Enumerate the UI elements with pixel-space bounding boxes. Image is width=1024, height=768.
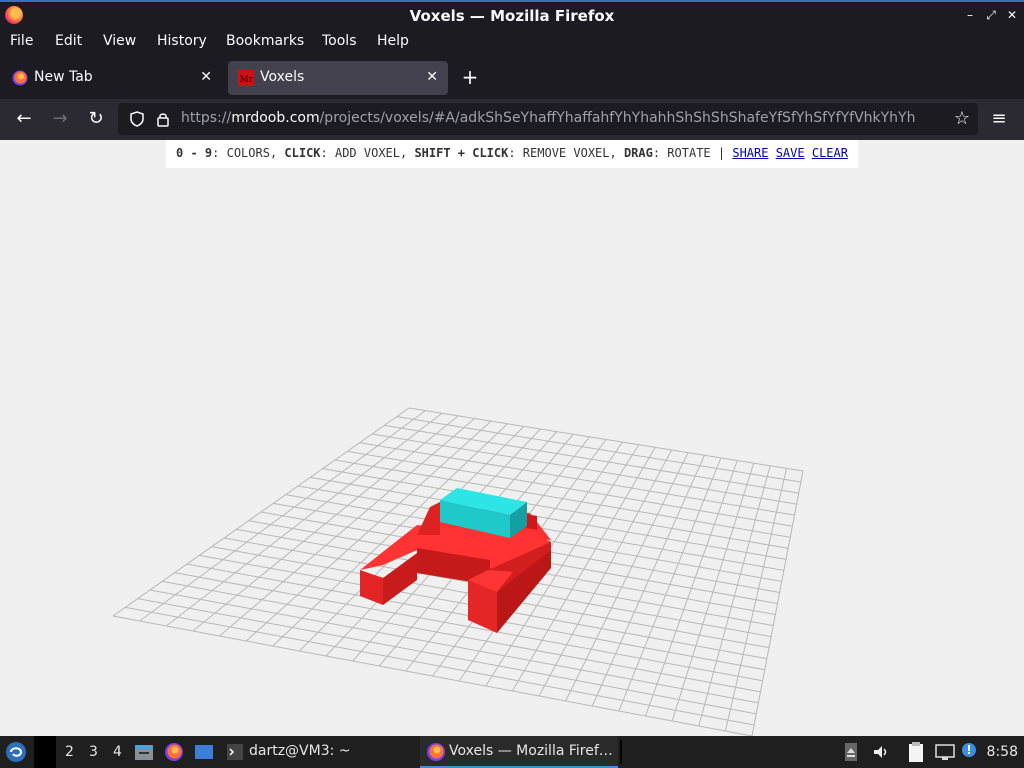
start-menu-icon[interactable] (5, 741, 27, 763)
tab-strip: New Tab ✕ Mr Voxels ✕ + (0, 55, 1024, 99)
taskbar-separator (620, 740, 622, 764)
firefox-icon (427, 743, 445, 761)
close-tab-icon[interactable]: ✕ (426, 69, 438, 85)
key-colors: 0 - 9 (176, 146, 213, 160)
key-shift-click: SHIFT + CLICK (414, 146, 509, 160)
menu-help[interactable]: Help (377, 33, 409, 49)
workspace-1[interactable] (34, 736, 56, 768)
navigation-toolbar: ← → ↻ https://mrdoob.com/projects/voxels… (0, 99, 1024, 140)
terminal-task-label: dartz@VM3: ~ (249, 743, 351, 759)
network-icon[interactable] (934, 743, 956, 761)
notification-icon[interactable] (960, 741, 978, 759)
svg-text:Mr: Mr (240, 75, 254, 85)
grid-line (645, 460, 738, 717)
page-content: 0 - 9: COLORS, CLICK: ADD VOXEL, SHIFT +… (0, 140, 1024, 736)
instruction-text: : ADD VOXEL, (320, 146, 415, 160)
menu-tools[interactable]: Tools (322, 33, 357, 49)
close-tab-icon[interactable]: ✕ (200, 69, 212, 85)
firefox-launcher-icon[interactable] (164, 742, 184, 762)
menu-view[interactable]: View (103, 33, 136, 49)
window-titlebar: Voxels — Mozilla Firefox – ⤢ ✕ (0, 0, 1024, 29)
url-scheme: https:// (181, 110, 232, 126)
tab-label: Voxels (260, 69, 305, 85)
url-host: mrdoob.com (231, 110, 320, 126)
tab-voxels[interactable]: Mr Voxels ✕ (228, 61, 448, 95)
share-link[interactable]: SHARE (732, 146, 768, 160)
lock-icon[interactable] (156, 111, 170, 127)
taskbar-terminal[interactable]: dartz@VM3: ~ (220, 736, 416, 768)
address-bar[interactable]: https://mrdoob.com/projects/voxels/#A/ad… (118, 103, 978, 135)
maximize-icon[interactable]: ⤢ (983, 7, 999, 23)
new-tab-button[interactable]: + (460, 65, 480, 89)
grid-line (724, 468, 788, 732)
reload-button[interactable]: ↻ (85, 108, 107, 130)
grid-line (751, 470, 804, 736)
grid-line (112, 615, 753, 736)
clock: 8:58 (986, 744, 1018, 760)
save-link[interactable]: SAVE (776, 146, 805, 160)
instructions-bar: 0 - 9: COLORS, CLICK: ADD VOXEL, SHIFT +… (166, 140, 858, 168)
grid-line (618, 457, 722, 712)
clipboard-icon[interactable] (906, 741, 926, 763)
menu-edit[interactable]: Edit (55, 33, 82, 49)
menu-file[interactable]: File (10, 33, 33, 49)
menu-bookmarks[interactable]: Bookmarks (226, 33, 304, 49)
mrdoob-favicon-icon: Mr (238, 70, 254, 86)
grid-line (162, 580, 761, 693)
taskbar-firefox[interactable]: Voxels — Mozilla Firef… (420, 736, 618, 768)
instruction-text: : ROTATE | (652, 146, 733, 160)
clear-link[interactable]: CLEAR (812, 146, 848, 160)
firefox-icon (12, 70, 28, 86)
volume-icon[interactable] (872, 743, 890, 761)
instruction-text: : COLORS, (212, 146, 285, 160)
grid-line (137, 598, 757, 715)
minimize-icon[interactable]: – (962, 7, 978, 23)
desktop-icon[interactable] (194, 743, 214, 761)
terminal-icon (227, 744, 243, 760)
voxel-scene-canvas[interactable] (0, 140, 1024, 736)
back-button[interactable]: ← (13, 108, 35, 130)
hamburger-menu-icon[interactable]: ≡ (988, 108, 1010, 130)
menu-bar: File Edit View History Bookmarks Tools H… (0, 29, 1024, 55)
workspace-3[interactable]: 3 (89, 744, 98, 760)
key-drag: DRAG (623, 146, 653, 160)
window-title: Voxels — Mozilla Firefox (409, 7, 615, 25)
instruction-text: : REMOVE VOXEL, (508, 146, 624, 160)
close-window-icon[interactable]: ✕ (1004, 7, 1020, 23)
grid-line (125, 606, 755, 726)
workspace-2[interactable]: 2 (65, 744, 74, 760)
url-path: /projects/voxels/#A/adkShSeYhaffYhaffahf… (319, 110, 916, 126)
workspace-4[interactable]: 4 (113, 744, 122, 760)
bookmark-star-icon[interactable]: ☆ (954, 108, 970, 129)
forward-button[interactable]: → (49, 108, 71, 130)
tab-new-tab[interactable]: New Tab ✕ (2, 61, 222, 95)
tab-label: New Tab (34, 69, 93, 85)
taskbar: 2 3 4 dartz@VM3: ~ Voxels — Mozilla Fire… (0, 736, 1024, 768)
url-text: https://mrdoob.com/projects/voxels/#A/ad… (181, 110, 916, 126)
menu-history[interactable]: History (157, 33, 207, 49)
shield-icon[interactable] (130, 111, 144, 127)
key-click: CLICK (284, 146, 321, 160)
firefox-task-label: Voxels — Mozilla Firef… (449, 743, 613, 759)
file-manager-icon[interactable] (134, 742, 154, 762)
eject-icon[interactable] (844, 742, 858, 762)
